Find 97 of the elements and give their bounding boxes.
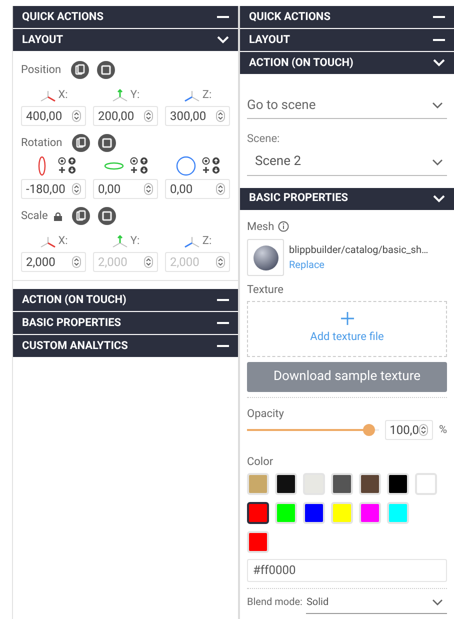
scene-select[interactable]: Scene 2 (247, 150, 447, 176)
lock-icon[interactable] (54, 212, 62, 220)
field-value: 2,000 (98, 254, 128, 271)
sphere-icon (252, 244, 278, 270)
number-field[interactable]: 2,000 (21, 252, 86, 272)
minus-icon (217, 299, 229, 301)
field-value: 2,000 (170, 254, 200, 271)
info-icon[interactable] (278, 221, 290, 232)
paste-icon[interactable] (98, 207, 116, 225)
hex-field[interactable]: #ff0000 (247, 558, 447, 582)
section-header[interactable]: QUICK ACTIONS (240, 6, 454, 28)
group-label: Position (21, 62, 62, 78)
spinner-icon[interactable] (72, 110, 81, 122)
axis-label: Y: (130, 86, 140, 102)
chevron-down-icon (432, 102, 443, 109)
chevron-down-icon (433, 194, 445, 202)
section-header[interactable]: BASIC PROPERTIES (13, 312, 238, 334)
section-header[interactable]: ACTION (ON TOUCH) (13, 289, 238, 311)
action-select[interactable]: Go to scene (247, 93, 447, 119)
rotate-controls-icon[interactable] (58, 157, 76, 175)
rotation-ring-icon (176, 156, 196, 176)
number-field[interactable]: 300,00 (165, 106, 230, 126)
field-value: 100,0 (390, 422, 419, 439)
mesh-thumbnail[interactable] (247, 239, 284, 276)
paste-icon[interactable] (97, 61, 116, 79)
field-label: Scene: (247, 131, 281, 147)
field-value: 2,000 (26, 254, 56, 271)
group-label: Scale (21, 208, 48, 224)
number-field[interactable]: -180,00 (21, 179, 86, 199)
number-field[interactable]: 0,00 (165, 179, 230, 199)
field-label: Blend mode: (247, 596, 302, 610)
axis-icon (183, 89, 202, 103)
spinner-icon[interactable] (216, 110, 225, 122)
field-value: 200,00 (98, 108, 134, 125)
field-value: -180,00 (26, 181, 66, 198)
field-label: Texture (247, 282, 284, 298)
plus-icon (340, 312, 354, 325)
number-field[interactable]: 0,00 (93, 179, 158, 199)
spinner-icon[interactable] (216, 256, 225, 268)
field-value: 0,00 (98, 181, 121, 198)
minus-icon (217, 345, 229, 347)
field-value: #ff0000 (253, 562, 296, 579)
mesh-path: blippbuilder/catalog/basic_sh… (289, 244, 428, 258)
field-label: Mesh (247, 218, 274, 234)
field-label: Opacity (247, 406, 285, 422)
axis-icon (39, 235, 58, 249)
group-label: Rotation (21, 134, 62, 151)
axis-icon (111, 89, 130, 103)
section-header[interactable]: ACTION (ON TOUCH) (240, 52, 454, 74)
blend-mode-select[interactable]: Solid (306, 592, 447, 614)
field-value: 300,00 (170, 108, 206, 125)
axis-icon (39, 89, 58, 103)
axis-label: Z: (202, 232, 212, 248)
color-swatch[interactable] (247, 502, 269, 524)
section-header[interactable]: CUSTOM ANALYTICS (13, 335, 238, 357)
minus-icon (217, 322, 229, 324)
copy-icon[interactable] (72, 207, 90, 225)
axis-icon (183, 235, 202, 249)
spinner-icon[interactable] (144, 256, 153, 268)
axis-label: X: (58, 86, 68, 102)
section-header[interactable]: QUICK ACTIONS (13, 6, 238, 28)
section-header[interactable]: LAYOUT (13, 29, 238, 51)
chevron-down-icon (217, 36, 229, 44)
field-label: Color (247, 454, 274, 470)
section-header[interactable]: LAYOUT (240, 29, 454, 51)
number-field[interactable]: 400,00 (21, 106, 86, 126)
number-field[interactable]: 200,00 (93, 106, 158, 126)
axis-label: X: (58, 232, 68, 248)
dropzone-text: Add texture file (310, 328, 384, 345)
chevron-down-icon (432, 158, 443, 166)
copy-icon[interactable] (72, 134, 90, 152)
slider-thumb[interactable] (363, 424, 376, 436)
minus-icon (433, 16, 445, 18)
spinner-icon[interactable] (418, 424, 428, 436)
section-header[interactable]: BASIC PROPERTIES (240, 188, 454, 210)
chevron-down-icon (432, 598, 443, 606)
axis-icon (111, 235, 130, 249)
current-color-swatch (247, 530, 269, 552)
field-value: 400,00 (26, 108, 62, 125)
spinner-icon[interactable] (72, 183, 81, 195)
opacity-slider[interactable] (247, 424, 379, 436)
spinner-icon[interactable] (144, 110, 153, 122)
paste-icon[interactable] (98, 134, 116, 152)
spinner-icon[interactable] (144, 183, 153, 195)
axis-label: Y: (130, 232, 140, 248)
spinner-icon[interactable] (72, 256, 81, 268)
number-field[interactable]: 100,0 (384, 420, 433, 440)
field-value: 0,00 (170, 181, 193, 198)
rotate-controls-icon[interactable] (202, 157, 220, 175)
rotate-controls-icon[interactable] (130, 157, 148, 175)
minus-icon (433, 39, 445, 41)
unit-label: % (438, 422, 447, 438)
axis-label: Z: (202, 86, 212, 102)
minus-icon (217, 16, 229, 18)
spinner-icon[interactable] (216, 183, 225, 195)
chevron-down-icon (433, 59, 445, 67)
copy-icon[interactable] (71, 61, 90, 79)
